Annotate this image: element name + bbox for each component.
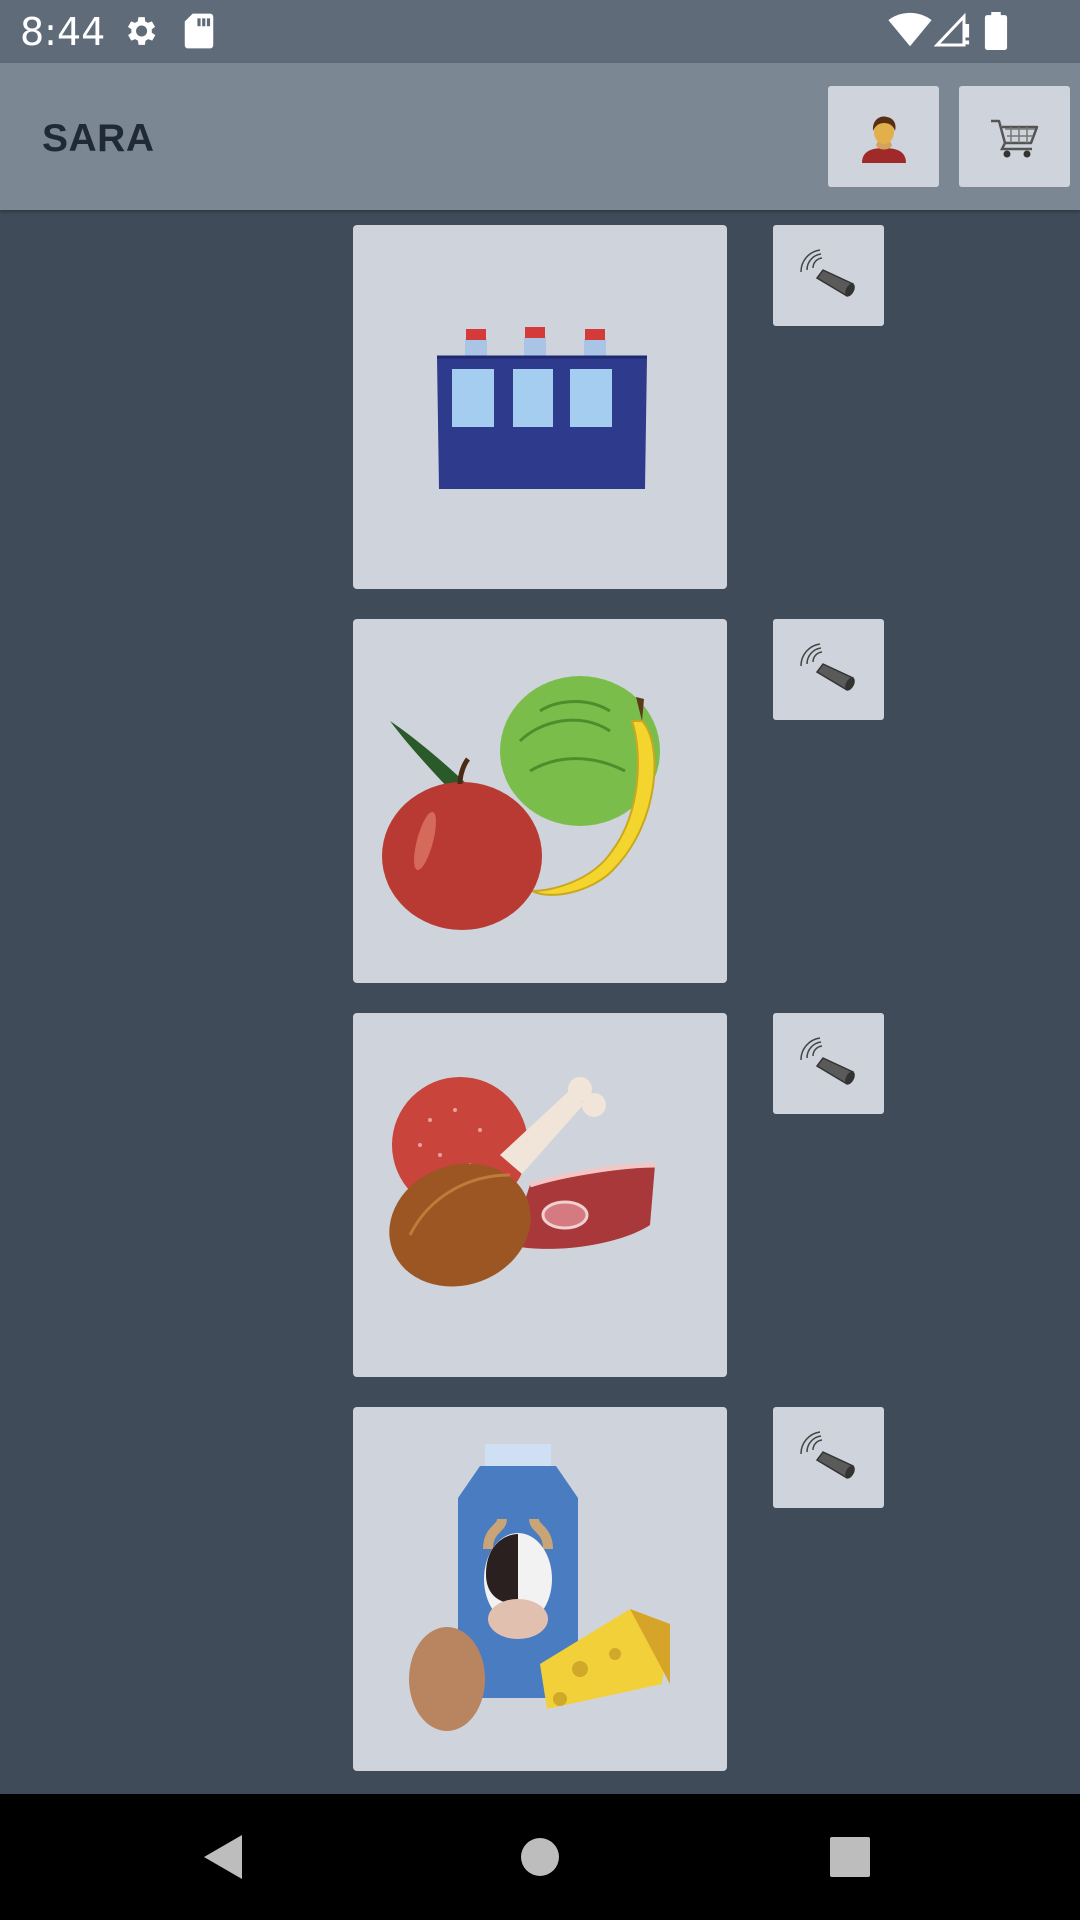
speak-button[interactable] [773, 1407, 884, 1508]
status-time: 8:44 [20, 10, 106, 54]
status-bar: 8:44 [0, 0, 1080, 63]
dairy-eggs-image [409, 1444, 670, 1731]
water-bottles-crate-image [437, 327, 647, 489]
profile-button[interactable] [828, 86, 939, 187]
category-card[interactable] [353, 225, 727, 589]
sd-card-icon [184, 13, 214, 49]
back-icon[interactable] [202, 1832, 246, 1882]
speaker-icon [799, 642, 855, 691]
cart-button[interactable] [959, 86, 1070, 187]
speaker-icon [799, 248, 855, 297]
battery-icon [984, 12, 1008, 50]
recents-icon[interactable] [828, 1832, 872, 1882]
speak-button[interactable] [773, 619, 884, 720]
speak-button[interactable] [773, 225, 884, 326]
page-title: SARA [42, 117, 155, 160]
category-card[interactable] [353, 619, 727, 983]
category-card[interactable] [353, 1013, 727, 1377]
system-nav-bar [0, 1794, 1080, 1920]
speaker-icon [799, 1036, 855, 1085]
user-avatar-icon [861, 116, 906, 163]
category-card[interactable] [353, 1407, 727, 1771]
signal-icon [934, 12, 970, 47]
home-icon[interactable] [518, 1832, 562, 1882]
speaker-icon [799, 1430, 855, 1479]
settings-icon [127, 17, 156, 45]
wifi-icon [888, 12, 932, 47]
meat-poultry-image [389, 1077, 656, 1287]
shopping-cart-icon [990, 119, 1038, 157]
fruits-vegetables-image [382, 676, 660, 930]
category-list [0, 210, 1080, 1794]
app-bar: SARA [0, 63, 1080, 210]
speak-button[interactable] [773, 1013, 884, 1114]
